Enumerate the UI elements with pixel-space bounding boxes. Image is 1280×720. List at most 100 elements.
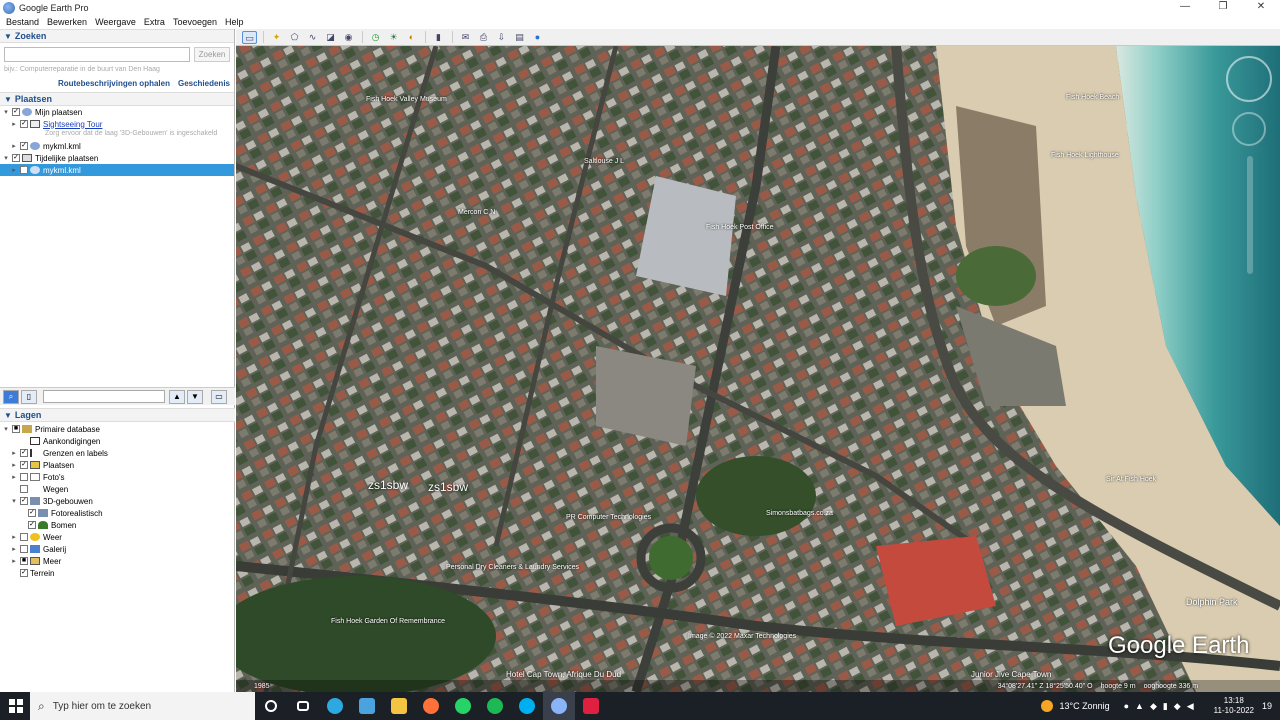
layer-roads[interactable]: Wegen <box>0 483 235 495</box>
collapse-icon[interactable]: ▾ <box>10 497 18 505</box>
app-icon[interactable] <box>575 692 607 720</box>
layer-borders[interactable]: ▸ ✓ Grenzen en labels <box>0 447 235 459</box>
checkbox[interactable] <box>20 485 28 493</box>
notification-icon[interactable]: 19 <box>1262 701 1272 711</box>
collapse-icon[interactable]: ▾ <box>2 154 10 162</box>
zoom-slider[interactable] <box>1247 156 1253 274</box>
maximize-button[interactable]: ❐ <box>1204 0 1242 15</box>
layer-terrain[interactable]: ✓ Terrein <box>0 567 235 579</box>
checkbox[interactable] <box>20 473 28 481</box>
google-earth-taskbar-icon[interactable] <box>543 692 575 720</box>
placemark-label[interactable]: zs1sbw <box>368 478 408 492</box>
layer-gallery[interactable]: ▸ Galerij <box>0 543 235 555</box>
map-label[interactable]: Sir At Fish Hoek <box>1106 476 1156 483</box>
menu-weergave[interactable]: Weergave <box>95 17 136 27</box>
windows-start-icon[interactable] <box>9 699 23 713</box>
expand-icon[interactable]: ▸ <box>10 473 18 481</box>
tree-item-sightseeing[interactable]: ▸ ✓ Sightseeing Tour <box>0 118 234 130</box>
print-icon[interactable]: ⎙ <box>476 31 491 44</box>
map-label[interactable]: Fish Hoek Lighthouse <box>1051 152 1119 159</box>
map-label[interactable]: Simonsbatbags.co.za <box>766 510 833 517</box>
map-label[interactable]: Fish Hoek Valley Museum <box>366 96 447 103</box>
weather-text[interactable]: 13°C Zonnig <box>1059 701 1109 711</box>
whatsapp-icon[interactable] <box>447 692 479 720</box>
checkbox[interactable]: ✓ <box>20 120 28 128</box>
planet-icon[interactable]: ◐ <box>404 31 419 44</box>
layer-weather[interactable]: ▸ Weer <box>0 531 235 543</box>
map-label[interactable]: Dolphin Park <box>1186 597 1238 607</box>
spotify-icon[interactable] <box>479 692 511 720</box>
sun-icon[interactable]: ☀ <box>386 31 401 44</box>
minimize-button[interactable]: — <box>1166 0 1204 15</box>
layer-3d-buildings[interactable]: ▾ ✓ 3D-gebouwen <box>0 495 235 507</box>
tree-item-temp-places[interactable]: ▾ ✓ Tijdelijke plaatsen <box>0 152 234 164</box>
overlay-icon[interactable]: ◪ <box>323 31 338 44</box>
move-down-icon[interactable]: ▼ <box>187 389 203 404</box>
search-button[interactable]: Zoeken <box>194 47 230 62</box>
tree-item-mykml[interactable]: ▸ ✓ mykml.kml <box>0 140 234 152</box>
checkbox[interactable] <box>20 545 28 553</box>
map-label[interactable]: Junior Jive Cape Town <box>971 670 1051 679</box>
clock[interactable]: 13:18 11-10-2022 <box>1214 696 1254 716</box>
earth-icon[interactable]: ● <box>530 31 545 44</box>
layer-primary-db[interactable]: ▾ ■ Primaire database <box>0 423 235 435</box>
menu-help[interactable]: Help <box>225 17 244 27</box>
tree-item-label[interactable]: Sightseeing Tour <box>43 120 102 129</box>
layer-announcements[interactable]: Aankondigingen <box>0 435 235 447</box>
checkbox[interactable]: ✓ <box>28 521 36 529</box>
checkbox[interactable]: ■ <box>12 425 20 433</box>
firefox-icon[interactable] <box>415 692 447 720</box>
polygon-icon[interactable]: ⬠ <box>287 31 302 44</box>
email-icon[interactable]: ✉ <box>458 31 473 44</box>
save-image-icon[interactable]: ⇩ <box>494 31 509 44</box>
expand-icon[interactable]: ▸ <box>10 449 18 457</box>
checkbox[interactable] <box>20 533 28 541</box>
layer-photos[interactable]: ▸ Foto's <box>0 471 235 483</box>
layer-trees[interactable]: ✓ Bomen <box>0 519 235 531</box>
search-icon[interactable]: ⌕ <box>3 389 19 404</box>
map-label[interactable]: Fish Hoek Garden Of Remembrance <box>331 618 445 625</box>
compass-ring-icon[interactable] <box>1226 56 1272 102</box>
checkbox[interactable] <box>20 437 28 445</box>
menu-bewerken[interactable]: Bewerken <box>47 17 87 27</box>
sidebar-toggle-icon[interactable]: ▭ <box>242 30 257 44</box>
layer-photorealistic[interactable]: ✓ Fotorealistisch <box>0 507 235 519</box>
task-view-icon[interactable] <box>287 692 319 720</box>
folder-icon[interactable]: ▭ <box>211 389 227 404</box>
expand-icon[interactable]: ▸ <box>10 461 18 469</box>
map-label[interactable]: Saltlouse J L <box>584 158 624 165</box>
store-icon[interactable] <box>351 692 383 720</box>
taskbar-search[interactable]: ⌕ Typ hier om te zoeken <box>30 692 255 720</box>
checkbox[interactable]: ✓ <box>20 569 28 577</box>
menu-extra[interactable]: Extra <box>144 17 165 27</box>
checkbox[interactable]: ✓ <box>20 497 28 505</box>
move-up-icon[interactable]: ▲ <box>169 389 185 404</box>
tray-icons[interactable]: ●▲◆▮◆◀ <box>1124 701 1200 712</box>
expand-icon[interactable]: ▸ <box>10 142 18 150</box>
tree-item-mykml-temp[interactable]: ▸ ✓ mykml.kml <box>0 164 234 176</box>
map-label[interactable]: Hotel Cap Town, Afrique Du Dud <box>506 670 621 679</box>
checkbox[interactable]: ✓ <box>20 166 28 174</box>
tour-icon[interactable]: ◉ <box>341 31 356 44</box>
collapse-icon[interactable]: ▾ <box>2 425 10 433</box>
search-section-header[interactable]: ▼ Zoeken <box>0 29 234 43</box>
cortana-icon[interactable] <box>255 692 287 720</box>
checkbox[interactable]: ✓ <box>20 142 28 150</box>
placemark-label[interactable]: zs1sbw <box>428 480 468 494</box>
skype-icon[interactable] <box>511 692 543 720</box>
expand-icon[interactable]: ▸ <box>10 166 18 174</box>
checkbox[interactable]: ✓ <box>20 449 28 457</box>
checkbox[interactable]: ✓ <box>28 509 36 517</box>
collapse-icon[interactable]: ▾ <box>2 108 10 116</box>
search-input[interactable] <box>4 47 190 62</box>
places-filter-input[interactable] <box>43 390 165 403</box>
map-icon[interactable]: ▤ <box>512 31 527 44</box>
close-button[interactable]: ✕ <box>1242 0 1280 15</box>
layer-places[interactable]: ▸ ✓ Plaatsen <box>0 459 235 471</box>
path-icon[interactable]: ∿ <box>305 31 320 44</box>
history-link[interactable]: Geschiedenis <box>178 79 230 88</box>
explorer-icon[interactable] <box>383 692 415 720</box>
map-label[interactable]: Personal Dry Cleaners & Laundry Services <box>446 564 579 571</box>
expand-icon[interactable]: ▸ <box>10 545 18 553</box>
map-label[interactable]: PR Computer Technologies <box>566 514 651 521</box>
